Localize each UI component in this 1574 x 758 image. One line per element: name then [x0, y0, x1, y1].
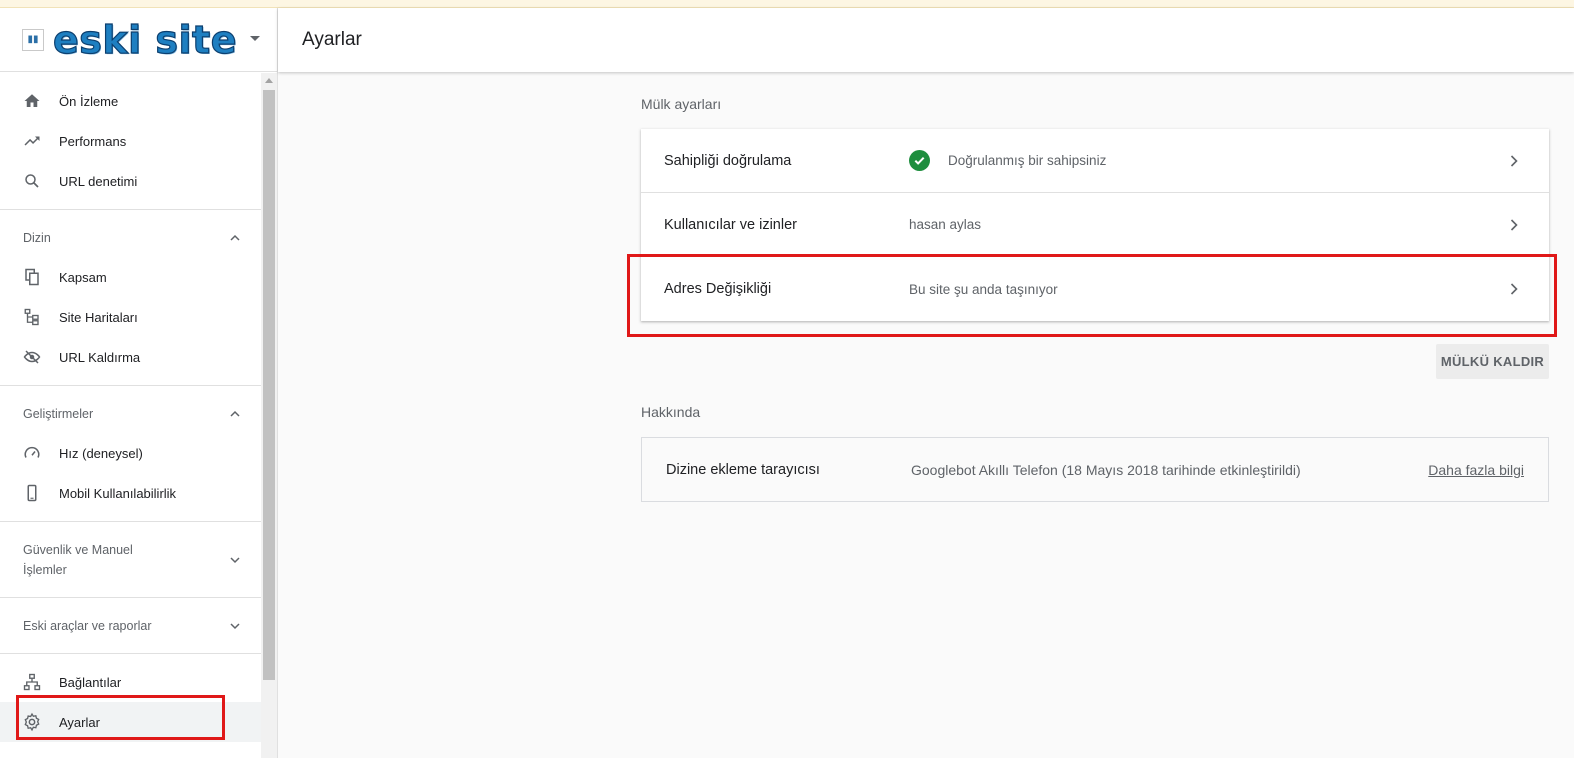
sidebar-item-label: Ön İzleme: [59, 93, 119, 109]
sidebar-item-mobile-usability[interactable]: Mobil Kullanılabilirlik: [0, 473, 261, 513]
sidebar-item-url-inspection[interactable]: URL denetimi: [0, 161, 261, 201]
chevron-up-icon: [230, 410, 240, 417]
sidebar-item-label: URL denetimi: [59, 173, 138, 189]
chevron-right-icon: [1510, 218, 1518, 231]
remove-property-button[interactable]: MÜLKÜ KALDIR: [1436, 344, 1549, 379]
crawler-label: Dizine ekleme tarayıcısı: [666, 461, 820, 478]
sidebar-item-url-removal[interactable]: URL Kaldırma: [0, 337, 261, 377]
mobile-icon: [22, 483, 42, 503]
chevron-down-icon: [230, 622, 240, 629]
sidebar-item-coverage[interactable]: Kapsam: [0, 257, 261, 297]
page-header: Ayarlar: [278, 8, 1574, 72]
site-logo: eski site: [52, 17, 237, 62]
sidebar-item-overview[interactable]: Ön İzleme: [0, 81, 261, 121]
section-header-security[interactable]: Güvenlik ve Manuel İşlemler: [0, 522, 261, 597]
chevron-up-icon: [230, 234, 240, 241]
sidebar: ▮▮ eski site Ön İzleme Performans URL de…: [0, 8, 278, 758]
eye-off-icon: [22, 347, 42, 367]
home-icon: [22, 91, 42, 111]
highlight-box-settings: [16, 695, 225, 740]
caret-down-icon[interactable]: [250, 36, 260, 41]
section-header-legacy[interactable]: Eski araçlar ve raporlar: [0, 598, 261, 653]
sidebar-section-enhancements: Geliştirmeler Hız (deneysel) Mobil Kulla…: [0, 385, 261, 521]
chevron-right-icon: [1510, 154, 1518, 167]
learn-more-link[interactable]: Daha fazla bilgi: [1428, 462, 1524, 478]
highlight-box-address-change: [627, 254, 1557, 337]
sitemap-icon: [22, 307, 42, 327]
sidebar-item-label: Performans: [59, 133, 127, 149]
property-selector[interactable]: ▮▮ eski site: [0, 8, 277, 72]
about-title: Hakkında: [641, 404, 701, 420]
sidebar-item-label: Bağlantılar: [59, 674, 122, 690]
sidebar-nav: Ön İzleme Performans URL denetimi Dizin: [0, 73, 261, 742]
sidebar-section-security: Güvenlik ve Manuel İşlemler: [0, 521, 261, 597]
sidebar-item-speed[interactable]: Hız (deneysel): [0, 433, 261, 473]
sidebar-item-label: Site Haritaları: [59, 309, 138, 325]
sidebar-item-label: Kapsam: [59, 269, 107, 285]
about-card: Dizine ekleme tarayıcısı Googlebot Akıll…: [641, 437, 1549, 502]
coverage-icon: [22, 267, 42, 287]
trending-icon: [22, 131, 42, 151]
links-icon: [22, 672, 42, 692]
speed-icon: [22, 443, 42, 463]
check-circle-icon: [909, 150, 930, 171]
sidebar-scrollbar-thumb[interactable]: [263, 90, 275, 680]
sidebar-item-performance[interactable]: Performans: [0, 121, 261, 161]
scroll-up-arrow-icon[interactable]: [265, 78, 273, 83]
settings-row-ownership[interactable]: Sahipliği doğrulama Doğrulanmış bir sahi…: [641, 129, 1549, 193]
settings-row-users[interactable]: Kullanıcılar ve izinler hasan aylas: [641, 193, 1549, 257]
sidebar-section-legacy: Eski araçlar ve raporlar: [0, 597, 261, 653]
sidebar-item-label: URL Kaldırma: [59, 349, 141, 365]
top-notification-strip: [0, 0, 1574, 8]
chevron-down-icon: [230, 556, 240, 563]
page-title: Ayarlar: [302, 29, 362, 50]
sidebar-item-label: Hız (deneysel): [59, 445, 143, 461]
search-icon: [22, 171, 42, 191]
sidebar-section-index: Dizin Kapsam Site Haritaları URL Kaldırm…: [0, 209, 261, 385]
property-settings-title: Mülk ayarları: [641, 96, 722, 112]
sidebar-item-sitemaps[interactable]: Site Haritaları: [0, 297, 261, 337]
crawler-value: Googlebot Akıllı Telefon (18 Mayıs 2018 …: [911, 461, 1301, 478]
sidebar-item-label: Mobil Kullanılabilirlik: [59, 485, 177, 501]
site-favicon-icon: ▮▮: [22, 28, 44, 51]
